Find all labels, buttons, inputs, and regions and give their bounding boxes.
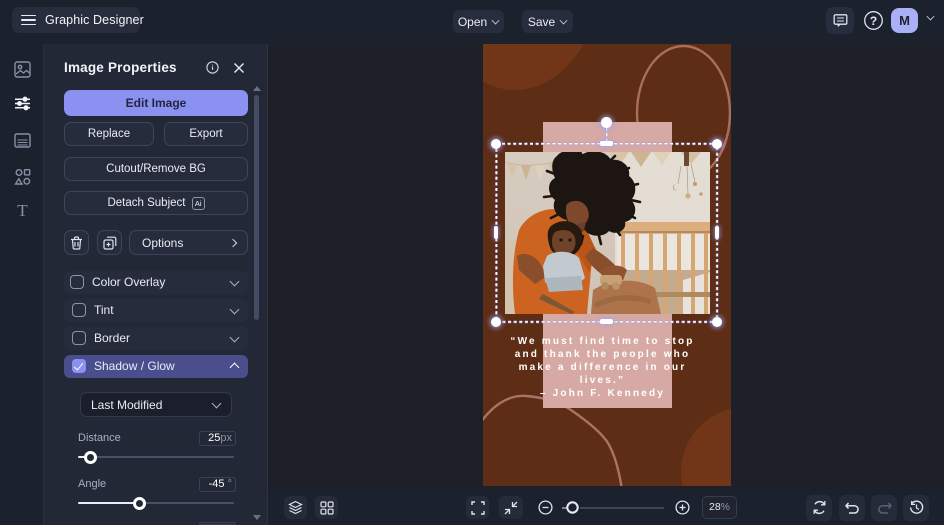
svg-text:?: ? xyxy=(870,14,877,28)
